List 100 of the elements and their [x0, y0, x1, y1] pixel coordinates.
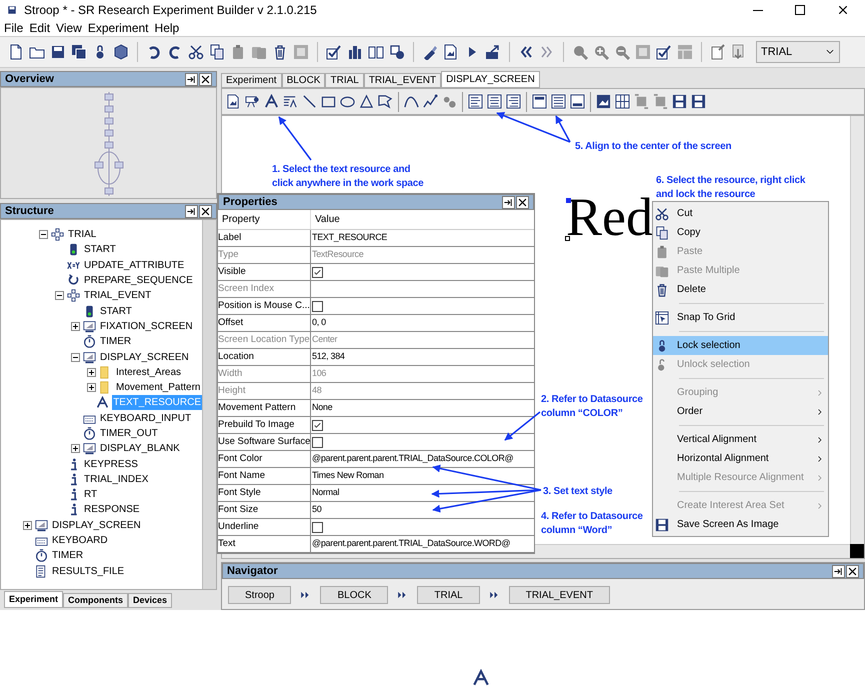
- align-middle-icon[interactable]: [551, 94, 566, 109]
- tree-item[interactable]: KEYBOARD: [51, 533, 109, 548]
- checkbox[interactable]: [312, 266, 323, 278]
- checkbox[interactable]: [312, 436, 323, 448]
- breadcrumb-button[interactable]: Stroop: [228, 586, 292, 604]
- tree-item[interactable]: RT: [83, 487, 98, 502]
- property-value[interactable]: 50: [312, 503, 322, 517]
- expand-toggle[interactable]: [71, 444, 80, 454]
- menu-item[interactable]: Copy: [653, 223, 828, 242]
- checkbox[interactable]: [312, 300, 323, 312]
- menu-item[interactable]: Delete: [653, 280, 828, 299]
- tree-item[interactable]: TRIAL: [67, 227, 98, 242]
- close-button[interactable]: [516, 196, 529, 208]
- book-icon[interactable]: [368, 44, 384, 60]
- tree-item[interactable]: TIMER: [51, 548, 84, 564]
- copy-icon[interactable]: [209, 44, 225, 60]
- tree-item[interactable]: TRIAL_INDEX: [83, 472, 150, 487]
- property-value[interactable]: 512, 384: [312, 350, 345, 364]
- close-button[interactable]: [199, 72, 212, 86]
- multiline-text-icon[interactable]: [283, 94, 298, 109]
- tree-item[interactable]: START: [83, 242, 117, 258]
- zoom-in-icon[interactable]: [593, 44, 609, 60]
- tab[interactable]: Experiment: [4, 591, 64, 608]
- breadcrumb-button[interactable]: TRIAL_EVENT: [508, 586, 610, 604]
- expand-toggle[interactable]: [39, 230, 48, 240]
- tree-item[interactable]: Interest_Areas: [115, 364, 182, 380]
- pin-button[interactable]: [185, 204, 198, 218]
- tree-item[interactable]: PREPARE_SEQUENCE: [83, 273, 194, 288]
- menu-item[interactable]: View: [56, 19, 82, 37]
- magnifier-icon[interactable]: [572, 44, 588, 60]
- menu-item[interactable]: Order: [653, 402, 828, 421]
- property-value[interactable]: None: [312, 401, 332, 415]
- line-icon[interactable]: [302, 94, 317, 109]
- page-arrow-icon[interactable]: [710, 44, 726, 60]
- zoom-out-icon[interactable]: [614, 44, 630, 60]
- align-top-icon[interactable]: [532, 94, 547, 109]
- tree-item[interactable]: TIMER: [99, 334, 132, 350]
- clipboards-icon[interactable]: [251, 44, 267, 60]
- property-value[interactable]: @parent.parent.parent.TRIAL_DataSource.COLOR@: [312, 452, 514, 466]
- maximize-button[interactable]: [795, 5, 805, 15]
- property-value[interactable]: @parent.parent.parent.TRIAL_DataSource.WORD@: [312, 537, 510, 551]
- brush-icon[interactable]: [422, 44, 438, 60]
- expand-toggle[interactable]: [55, 291, 64, 300]
- curve-icon[interactable]: [404, 94, 419, 109]
- checkbox-icon[interactable]: [326, 44, 342, 60]
- close-button[interactable]: [846, 564, 859, 578]
- projector-icon[interactable]: [245, 94, 260, 109]
- expand-toggle[interactable]: [23, 520, 32, 530]
- property-value[interactable]: TEXT_RESOURCE: [312, 231, 388, 245]
- scrollbar[interactable]: [202, 220, 216, 589]
- tree-item[interactable]: START: [99, 304, 133, 319]
- polyline-icon[interactable]: [423, 94, 438, 109]
- pin-button[interactable]: [502, 196, 515, 208]
- image-document-icon[interactable]: [226, 94, 241, 109]
- scrollbar[interactable]: [850, 116, 864, 544]
- menu-item[interactable]: Cut: [653, 204, 828, 223]
- new-document-icon[interactable]: [8, 44, 24, 60]
- text-tool-icon[interactable]: [264, 94, 279, 109]
- property-value[interactable]: Normal: [312, 486, 340, 500]
- tab[interactable]: Experiment: [221, 73, 282, 88]
- menu-item[interactable]: File: [4, 19, 24, 37]
- save-icon[interactable]: [691, 94, 706, 109]
- property-value[interactable]: Times New Roman: [312, 469, 384, 483]
- trash-icon[interactable]: [272, 44, 288, 60]
- expand-toggle[interactable]: [71, 352, 80, 362]
- menu-item[interactable]: Help: [154, 19, 180, 37]
- close-button[interactable]: [837, 4, 849, 16]
- tree-item[interactable]: TRIAL_EVENT: [83, 288, 152, 304]
- expand-toggle[interactable]: [87, 383, 96, 392]
- tab[interactable]: TRIAL: [325, 73, 364, 88]
- canvas-text[interactable]: Red: [566, 190, 653, 244]
- tree-item[interactable]: DISPLAY_SCREEN: [99, 350, 190, 365]
- clipboard-icon[interactable]: [230, 44, 246, 60]
- dots-icon[interactable]: [442, 94, 457, 109]
- checkbox[interactable]: [312, 522, 323, 532]
- tree-item[interactable]: RESULTS_FILE: [51, 564, 126, 579]
- checkbox[interactable]: [312, 420, 323, 430]
- tree-item[interactable]: DISPLAY_BLANK: [99, 441, 181, 456]
- export-icon[interactable]: [485, 44, 501, 60]
- selection-handle[interactable]: [565, 236, 570, 241]
- breadcrumb-button[interactable]: BLOCK: [320, 586, 388, 604]
- bar-chart-icon[interactable]: [347, 44, 363, 60]
- polygon-icon[interactable]: [378, 94, 393, 109]
- align-bottom-icon[interactable]: [570, 94, 585, 109]
- ellipse-icon[interactable]: [340, 94, 355, 109]
- menu-item[interactable]: Vertical Alignment: [653, 430, 828, 449]
- save-icon[interactable]: [672, 94, 687, 109]
- tab[interactable]: TRIAL_EVENT: [364, 73, 442, 88]
- image-document-icon[interactable]: [443, 44, 459, 60]
- property-value[interactable]: 0, 0: [312, 316, 326, 330]
- tree-item[interactable]: RESPONSE: [83, 502, 141, 518]
- save-icon[interactable]: [50, 44, 66, 60]
- checkbox-icon[interactable]: [656, 44, 672, 60]
- menu-item[interactable]: Snap To Grid: [653, 308, 828, 327]
- selection-handle[interactable]: [566, 198, 571, 203]
- tree-item[interactable]: DISPLAY_SCREEN: [51, 518, 142, 533]
- menu-item[interactable]: Lock selection: [653, 336, 828, 355]
- dropdown[interactable]: TRIAL: [756, 41, 840, 63]
- picture-icon[interactable]: [596, 94, 611, 109]
- save-all-icon[interactable]: [71, 44, 87, 60]
